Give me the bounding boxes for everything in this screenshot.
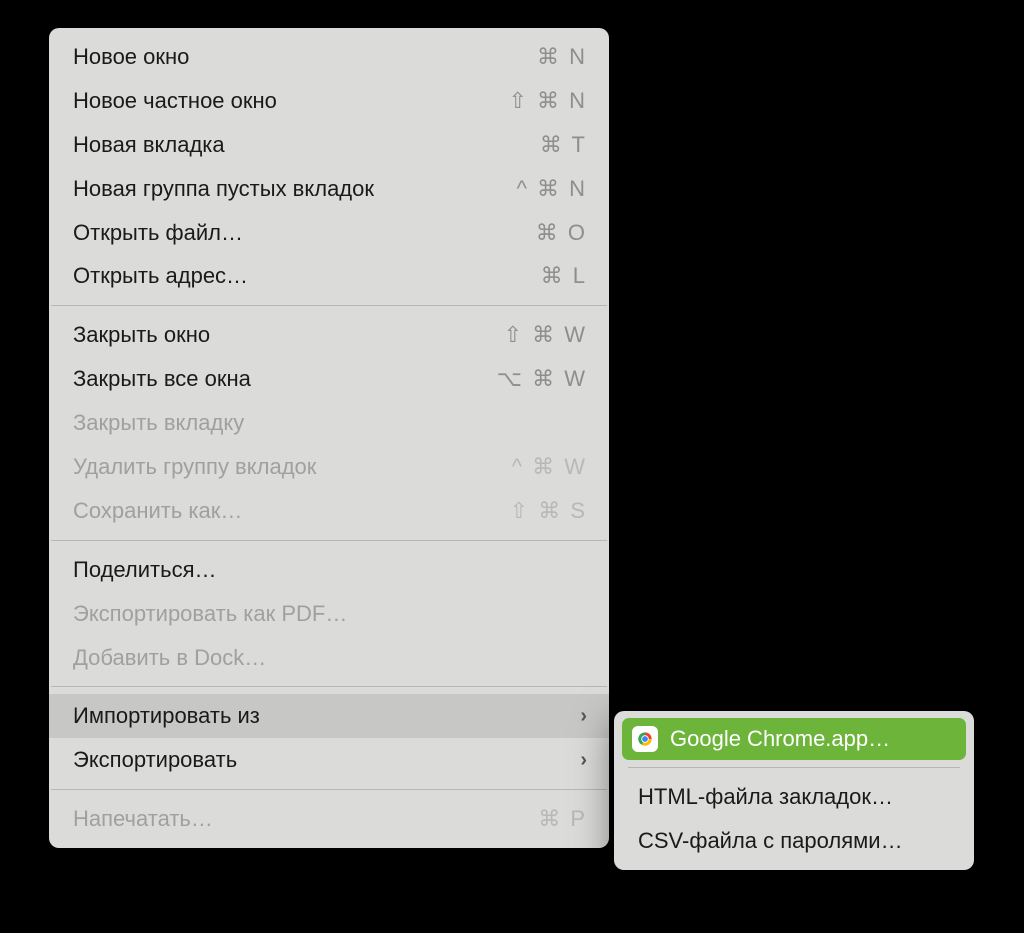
menu-item-label: Новая группа пустых вкладок (73, 173, 374, 205)
shortcut: ⌘ L (541, 260, 587, 292)
shortcut: ⌥ ⌘ W (497, 363, 587, 395)
menu-separator (51, 305, 607, 306)
menu-separator (51, 789, 607, 790)
menu-separator (51, 686, 607, 687)
menu-item-delete-tab-group: Удалить группу вкладок ^ ⌘ W (49, 445, 609, 489)
menu-item-import-from[interactable]: Импортировать из › (49, 694, 609, 738)
menu-item-open-location[interactable]: Открыть адрес… ⌘ L (49, 254, 609, 298)
chevron-right-icon: › (580, 702, 587, 731)
menu-item-label: Добавить в Dock… (73, 642, 266, 674)
menu-item-label: Закрыть все окна (73, 363, 251, 395)
submenu-item-google-chrome[interactable]: Google Chrome.app… (622, 718, 966, 760)
submenu-item-label: Google Chrome.app… (670, 723, 890, 755)
menu-item-label: Удалить группу вкладок (73, 451, 316, 483)
shortcut: ⌘ T (540, 129, 587, 161)
menu-item-label: Импортировать из (73, 700, 260, 732)
menu-item-close-all-windows[interactable]: Закрыть все окна ⌥ ⌘ W (49, 357, 609, 401)
menu-item-print: Напечатать… ⌘ P (49, 797, 609, 841)
menu-item-add-to-dock: Добавить в Dock… (49, 636, 609, 680)
chevron-right-icon: › (580, 746, 587, 775)
submenu-item-csv-passwords[interactable]: CSV-файла с паролями… (614, 819, 974, 863)
submenu-item-label: HTML-файла закладок… (638, 781, 893, 813)
menu-item-new-tab[interactable]: Новая вкладка ⌘ T (49, 123, 609, 167)
submenu-item-label: CSV-файла с паролями… (638, 825, 903, 857)
menu-separator (51, 540, 607, 541)
menu-item-save-as: Сохранить как… ⇧ ⌘ S (49, 489, 609, 533)
menu-item-close-tab: Закрыть вкладку (49, 401, 609, 445)
menu-item-label: Открыть адрес… (73, 260, 248, 292)
shortcut: ^ ⌘ W (512, 451, 587, 483)
menu-item-export-pdf: Экспортировать как PDF… (49, 592, 609, 636)
menu-item-label: Новая вкладка (73, 129, 225, 161)
menu-item-label: Закрыть окно (73, 319, 210, 351)
shortcut: ⇧ ⌘ N (508, 85, 587, 117)
menu-item-label: Экспортировать как PDF… (73, 598, 347, 630)
menu-item-label: Поделиться… (73, 554, 216, 586)
menu-item-export[interactable]: Экспортировать › (49, 738, 609, 782)
menu-item-new-window[interactable]: Новое окно ⌘ N (49, 35, 609, 79)
menu-item-label: Сохранить как… (73, 495, 242, 527)
shortcut: ⌘ O (536, 217, 587, 249)
menu-item-label: Напечатать… (73, 803, 213, 835)
menu-item-label: Открыть файл… (73, 217, 243, 249)
shortcut: ⌘ N (537, 41, 587, 73)
menu-item-close-window[interactable]: Закрыть окно ⇧ ⌘ W (49, 313, 609, 357)
shortcut: ⌘ P (538, 803, 587, 835)
menu-item-label: Экспортировать (73, 744, 237, 776)
menu-item-open-file[interactable]: Открыть файл… ⌘ O (49, 211, 609, 255)
menu-item-new-private-window[interactable]: Новое частное окно ⇧ ⌘ N (49, 79, 609, 123)
menu-item-new-empty-tab-group[interactable]: Новая группа пустых вкладок ^ ⌘ N (49, 167, 609, 211)
menu-item-label: Новое окно (73, 41, 189, 73)
shortcut: ^ ⌘ N (517, 173, 587, 205)
submenu-item-html-bookmarks[interactable]: HTML-файла закладок… (614, 775, 974, 819)
file-menu: Новое окно ⌘ N Новое частное окно ⇧ ⌘ N … (49, 28, 609, 848)
shortcut: ⇧ ⌘ W (504, 319, 587, 351)
shortcut: ⇧ ⌘ S (510, 495, 587, 527)
import-from-submenu: Google Chrome.app… HTML-файла закладок… … (614, 711, 974, 870)
menu-separator (628, 767, 960, 768)
menu-item-label: Закрыть вкладку (73, 407, 244, 439)
menu-item-label: Новое частное окно (73, 85, 277, 117)
chrome-icon (632, 726, 658, 752)
menu-item-share[interactable]: Поделиться… (49, 548, 609, 592)
